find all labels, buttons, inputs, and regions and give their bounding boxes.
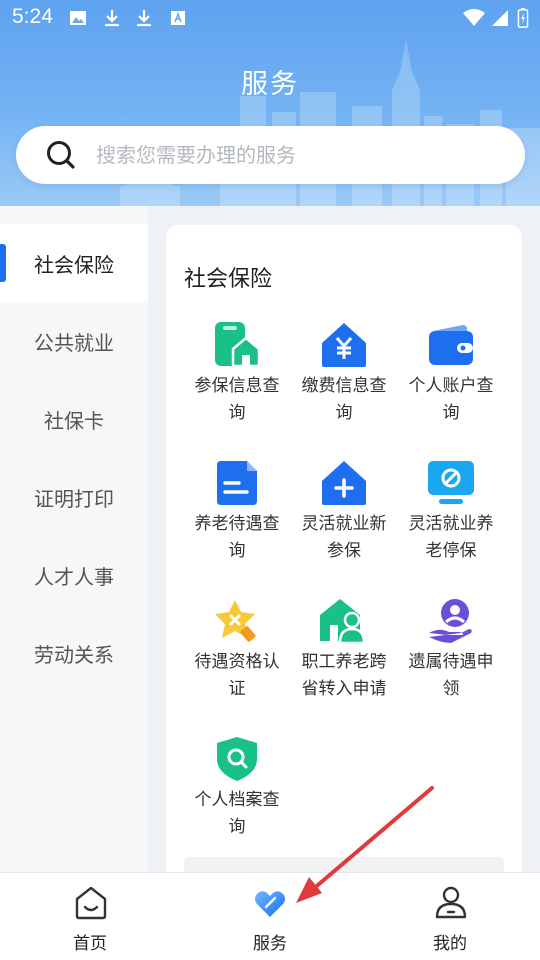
download-icon <box>105 10 119 27</box>
star-badge-icon <box>215 600 256 642</box>
tab-label: 我的 <box>433 934 467 954</box>
profile-icon <box>435 886 467 919</box>
bottom-tab-bar: 首页 服务 我的 <box>0 872 540 960</box>
service-heart-icon <box>255 891 285 917</box>
wifi-icon <box>463 9 485 26</box>
service-personal-account-query[interactable]: 个人账户查询 <box>396 321 506 441</box>
service-cross-province-transfer[interactable]: 职工养老跨 省转入申请 <box>289 597 399 717</box>
sidebar-item-certificate-print[interactable]: 证明打印 <box>0 458 148 536</box>
shield-search-icon <box>217 737 257 781</box>
home-icon <box>75 886 107 920</box>
service-pension-benefit-query[interactable]: 养老待遇查询 <box>182 459 292 579</box>
status-bar: 5:24 <box>0 0 540 36</box>
app-notification-icon <box>171 11 185 25</box>
service-flexible-employment-stop[interactable]: 灵活就业养 老停保 <box>396 459 506 579</box>
service-label: 职工养老跨 省转入申请 <box>301 652 387 699</box>
hand-person-icon <box>429 599 472 643</box>
sidebar-item-labor-relations[interactable]: 劳动关系 <box>0 614 148 692</box>
sidebar-item-social-insurance[interactable]: 社会保险 <box>0 224 148 302</box>
page-title: 服务 <box>241 69 299 100</box>
service-label: 遗属待遇申领 <box>408 652 494 699</box>
service-personal-file-query[interactable]: 个人档案查询 <box>182 735 292 855</box>
sidebar-item-public-employment[interactable]: 公共就业 <box>0 302 148 380</box>
tab-mine[interactable]: 我的 <box>360 873 540 960</box>
person-house-icon <box>320 599 366 645</box>
sidebar-item-label: 社保卡 <box>44 408 104 433</box>
pension-document-icon <box>217 461 257 505</box>
tab-label: 服务 <box>253 934 287 954</box>
header: 5:24 服务 <box>0 0 540 206</box>
tab-service[interactable]: 服务 <box>180 873 360 960</box>
sidebar-item-social-security-card[interactable]: 社保卡 <box>0 380 148 458</box>
service-label: 参保信息查询 <box>194 376 280 423</box>
sidebar-item-label: 人才人事 <box>34 564 114 589</box>
service-label: 个人档案查询 <box>194 790 280 837</box>
service-label: 灵活就业新 参保 <box>301 514 387 561</box>
sidebar-item-talent-personnel[interactable]: 人才人事 <box>0 536 148 614</box>
search-bar[interactable] <box>16 126 525 184</box>
sidebar-item-label: 社会保险 <box>34 252 114 277</box>
sidebar-item-label: 劳动关系 <box>34 642 114 667</box>
service-insurance-info-query[interactable]: 参保信息查询 <box>182 321 292 441</box>
sidebar-item-label: 公共就业 <box>34 330 114 355</box>
service-flexible-employment-enroll[interactable]: 灵活就业新 参保 <box>289 459 399 579</box>
service-survivor-benefit-claim[interactable]: 遗属待遇申领 <box>396 597 506 717</box>
image-notification-icon <box>70 11 86 25</box>
battery-charging-icon <box>517 8 529 28</box>
payment-info-icon <box>322 323 366 367</box>
status-time: 5:24 <box>12 5 53 28</box>
section-title: 社会保险 <box>184 267 273 292</box>
tab-label: 首页 <box>73 934 107 954</box>
service-label: 待遇资格认证 <box>194 652 280 699</box>
service-label: 灵活就业养 老停保 <box>408 514 494 561</box>
wallet-icon <box>429 325 473 365</box>
cell-signal-icon <box>492 10 508 26</box>
search-input[interactable] <box>96 126 506 184</box>
download-icon <box>137 10 151 27</box>
active-nav-indicator <box>0 244 6 282</box>
service-label: 个人账户查询 <box>408 376 494 423</box>
service-card: 社会保险 参保信息查询 缴费信息查询 个人账户查询 养老待遇查 询 灵活就业新 … <box>166 225 522 885</box>
search-icon <box>47 141 75 169</box>
service-benefit-eligibility-cert[interactable]: 待遇资格认证 <box>182 597 292 717</box>
monitor-stop-icon <box>428 461 474 504</box>
insurance-info-icon <box>215 322 261 368</box>
service-payment-info-query[interactable]: 缴费信息查询 <box>289 321 399 441</box>
tab-home[interactable]: 首页 <box>0 873 180 960</box>
category-sidebar: 社会保险 公共就业 社保卡 证明打印 人才人事 劳动关系 <box>0 206 148 872</box>
house-plus-icon <box>322 461 366 505</box>
sidebar-item-label: 证明打印 <box>34 486 114 511</box>
service-label: 缴费信息查询 <box>301 376 387 423</box>
service-label: 养老待遇查询 <box>194 514 280 561</box>
